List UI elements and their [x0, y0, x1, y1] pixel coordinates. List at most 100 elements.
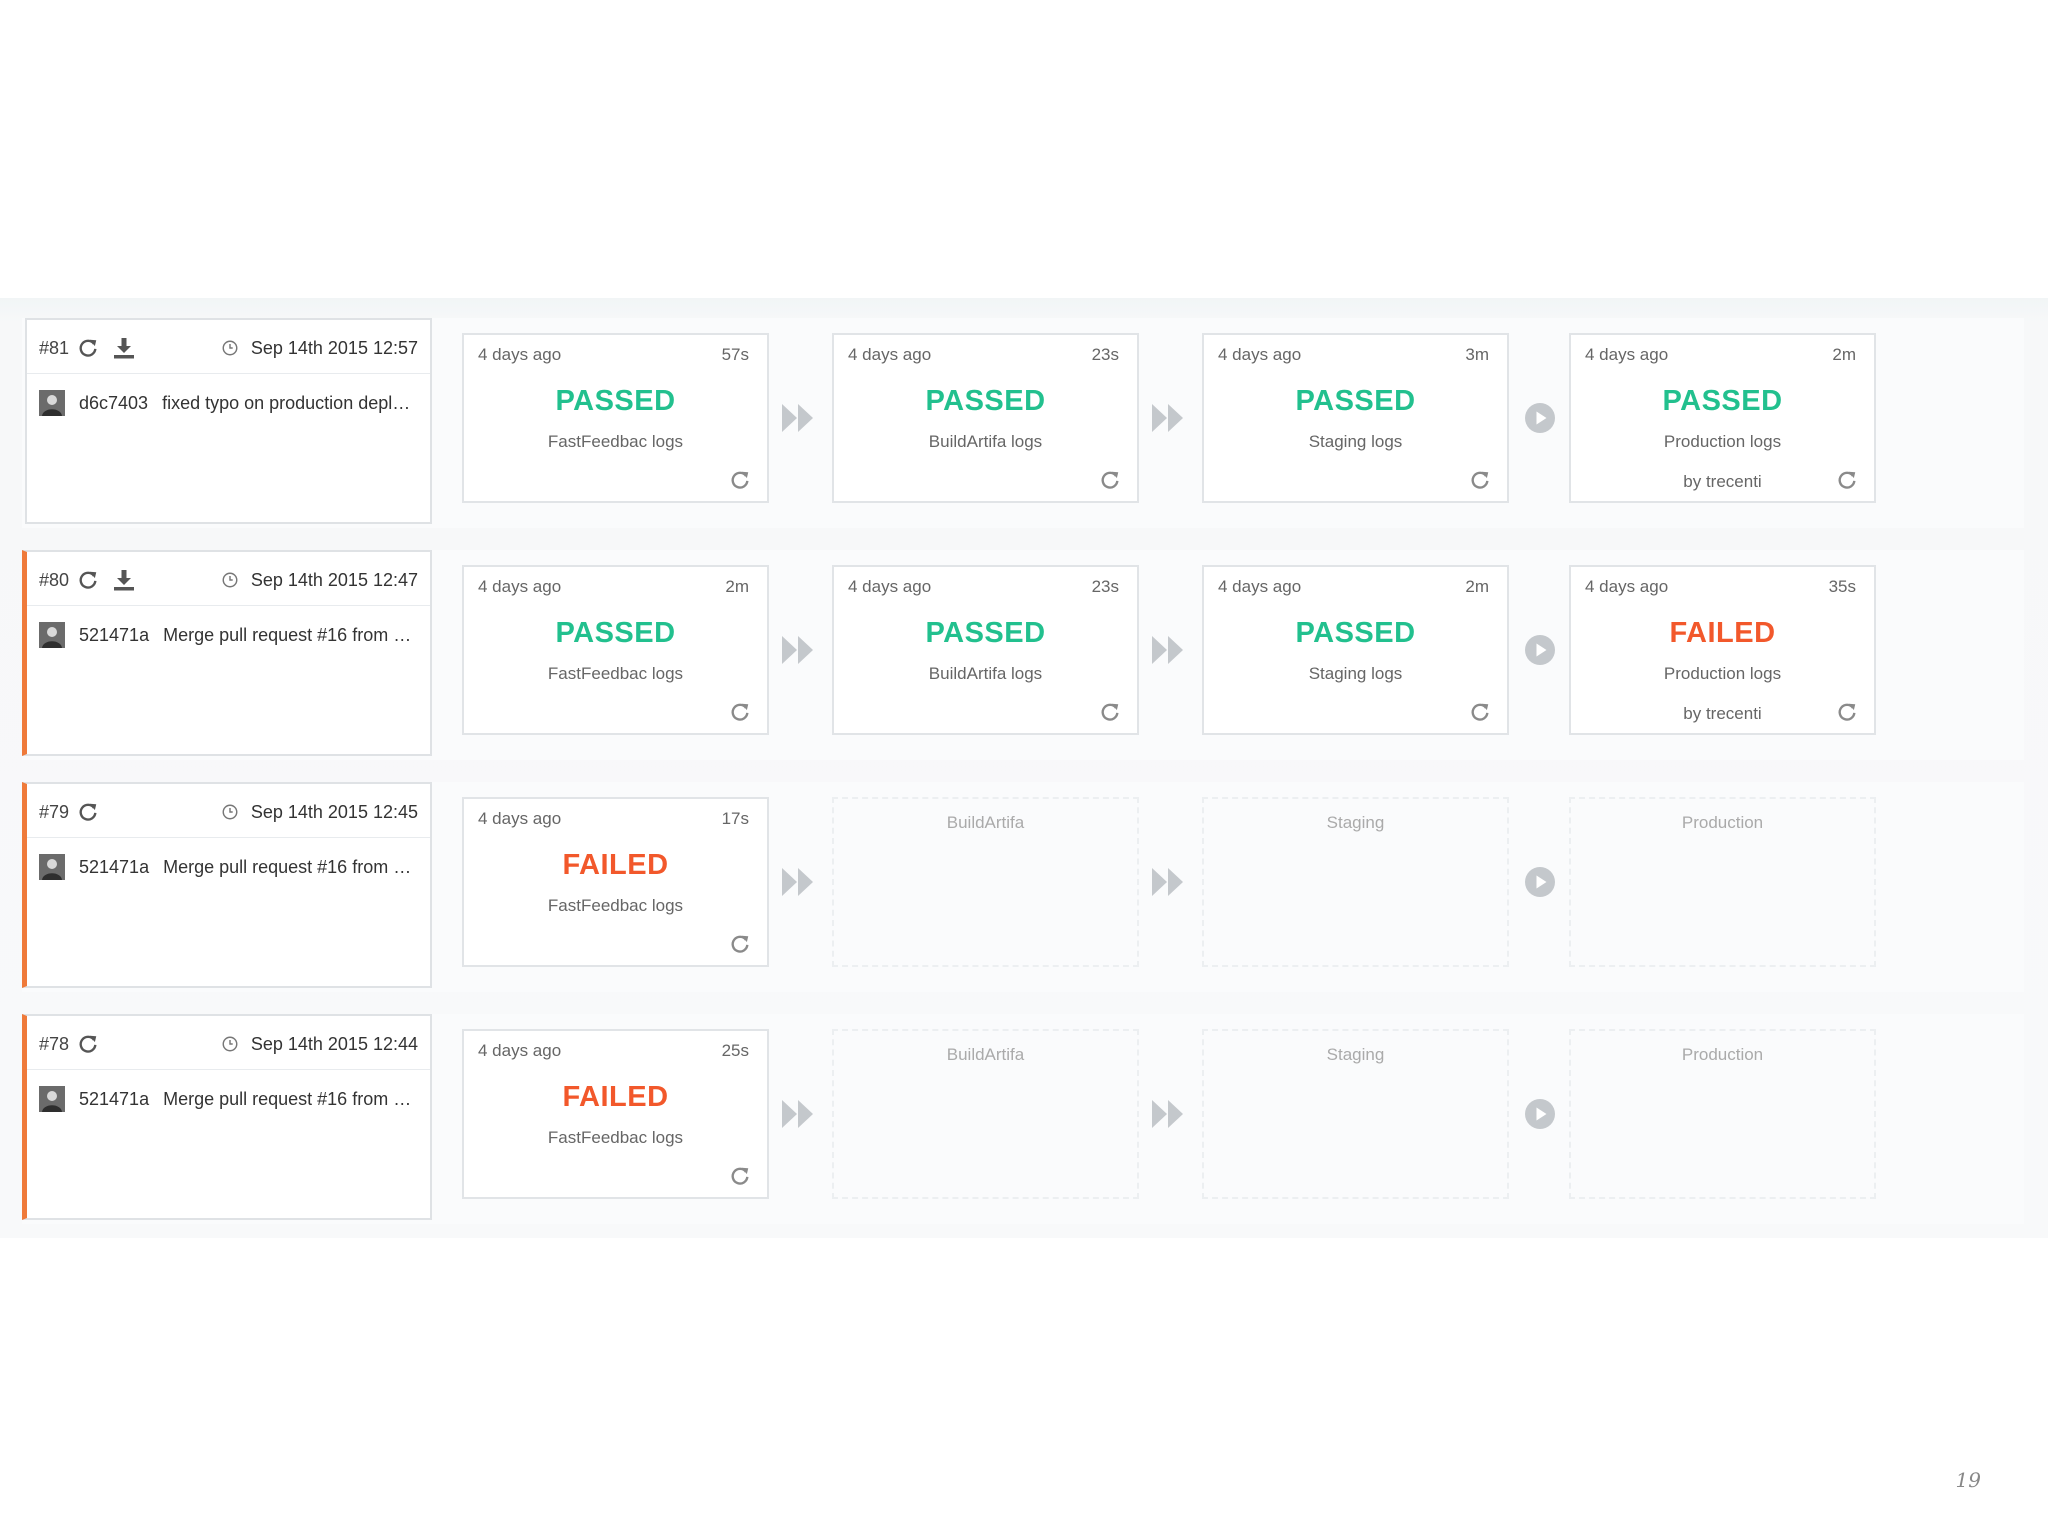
commit-info: d6c7403 fixed typo on production deploy.… — [39, 386, 420, 420]
stage-card-fastfeedback: 4 days ago 57s PASSED FastFeedbac logs — [462, 333, 769, 503]
commit-sha[interactable]: 521471a — [79, 1089, 149, 1110]
commit-message: Merge pull request #16 from by... — [163, 1088, 420, 1109]
pipeline-row: #79 Sep 14th 2015 12:45 521471a Merge pu… — [22, 782, 2024, 992]
stage-duration: 17s — [721, 809, 749, 828]
commit-sha[interactable]: 521471a — [79, 625, 149, 646]
build-timestamp: Sep 14th 2015 12:57 — [221, 338, 418, 359]
stage-logs-link[interactable]: BuildArtifa logs — [834, 664, 1137, 684]
stage-card-fastfeedback: 4 days ago 17s FAILED FastFeedbac logs — [462, 797, 769, 967]
stage-logs-link[interactable]: Staging logs — [1204, 664, 1507, 684]
stage-duration: 23s — [1091, 577, 1119, 596]
stage-card-buildartifact-pending: BuildArtifa — [832, 1029, 1139, 1199]
retry-icon[interactable] — [727, 1163, 753, 1189]
stage-name: Production — [1681, 813, 1764, 832]
auto-trigger-icon — [1150, 864, 1186, 900]
stage-status: PASSED — [555, 385, 676, 417]
rebuild-icon[interactable] — [75, 335, 101, 361]
build-timestamp-text: Sep 14th 2015 12:57 — [250, 337, 418, 358]
pipeline-row: #78 Sep 14th 2015 12:44 521471a Merge pu… — [22, 1014, 2024, 1224]
build-number: #78 — [39, 1033, 70, 1054]
stage-name: Staging — [1326, 1045, 1385, 1064]
auto-trigger-icon — [780, 400, 816, 436]
avatar — [39, 390, 65, 416]
auto-trigger-icon — [1150, 1096, 1186, 1132]
stage-time-ago: 4 days ago — [848, 345, 932, 364]
retry-icon[interactable] — [727, 699, 753, 725]
stage-time-ago: 4 days ago — [1218, 345, 1302, 364]
stage-logs-link[interactable]: FastFeedbac logs — [464, 664, 767, 684]
stage-status: PASSED — [925, 617, 1046, 649]
avatar — [39, 1086, 65, 1112]
retry-icon[interactable] — [1834, 467, 1860, 493]
rebuild-icon[interactable] — [75, 1031, 101, 1057]
avatar — [39, 622, 65, 648]
stage-triggered-by: by trecenti — [1683, 704, 1762, 723]
build-number: #80 — [39, 569, 70, 590]
commit-info: 521471a Merge pull request #16 from by..… — [39, 850, 420, 884]
stage-status: PASSED — [1295, 617, 1416, 649]
stage-logs-link[interactable]: Production logs — [1571, 664, 1874, 684]
stage-card-production-pending: Production — [1569, 797, 1876, 967]
clock-icon — [222, 804, 238, 820]
stage-status: PASSED — [1295, 385, 1416, 417]
manual-trigger-play-icon[interactable] — [1522, 1096, 1558, 1132]
stage-name: BuildArtifa — [946, 813, 1025, 832]
stage-name: BuildArtifa — [946, 1045, 1025, 1064]
stage-logs-link[interactable]: FastFeedbac logs — [464, 896, 767, 916]
build-timestamp: Sep 14th 2015 12:47 — [221, 570, 418, 591]
build-divider — [27, 605, 430, 606]
manual-trigger-play-icon[interactable] — [1522, 632, 1558, 668]
commit-sha[interactable]: 521471a — [79, 857, 149, 878]
commit-message: Merge pull request #16 from by... — [163, 624, 420, 645]
stage-status: FAILED — [562, 849, 669, 881]
stage-card-buildartifact: 4 days ago 23s PASSED BuildArtifa logs — [832, 565, 1139, 735]
build-card: #78 Sep 14th 2015 12:44 521471a Merge pu… — [22, 1014, 432, 1220]
auto-trigger-icon — [780, 632, 816, 668]
build-timestamp-text: Sep 14th 2015 12:45 — [250, 801, 418, 822]
rebuild-icon[interactable] — [75, 567, 101, 593]
stage-logs-link[interactable]: Production logs — [1571, 432, 1874, 452]
build-header: #79 Sep 14th 2015 12:45 — [39, 796, 418, 828]
retry-icon[interactable] — [727, 467, 753, 493]
stage-status: FAILED — [1669, 617, 1776, 649]
build-timestamp: Sep 14th 2015 12:45 — [221, 802, 418, 823]
build-timestamp: Sep 14th 2015 12:44 — [221, 1034, 418, 1055]
stage-time-ago: 4 days ago — [478, 809, 562, 828]
stage-logs-link[interactable]: FastFeedbac logs — [464, 1128, 767, 1148]
manual-trigger-play-icon[interactable] — [1522, 400, 1558, 436]
download-icon[interactable] — [111, 567, 137, 593]
retry-icon[interactable] — [1467, 467, 1493, 493]
stage-card-staging-pending: Staging — [1202, 797, 1509, 967]
stage-time-ago: 4 days ago — [478, 577, 562, 596]
build-card: #81 Sep 14th 2015 12:57 d6c7403 fixed ty… — [25, 318, 432, 524]
rebuild-icon[interactable] — [75, 799, 101, 825]
build-divider — [27, 373, 430, 374]
stage-duration: 25s — [721, 1041, 749, 1060]
auto-trigger-icon — [1150, 632, 1186, 668]
stage-duration: 2m — [1465, 577, 1489, 596]
stage-logs-link[interactable]: BuildArtifa logs — [834, 432, 1137, 452]
clock-icon — [222, 1036, 238, 1052]
stage-card-buildartifact: 4 days ago 23s PASSED BuildArtifa logs — [832, 333, 1139, 503]
download-icon[interactable] — [111, 335, 137, 361]
commit-sha[interactable]: d6c7403 — [79, 393, 148, 414]
clock-icon — [222, 340, 238, 356]
stage-logs-link[interactable]: FastFeedbac logs — [464, 432, 767, 452]
retry-icon[interactable] — [727, 931, 753, 957]
stage-card-production: 4 days ago 35s FAILED Production logs by… — [1569, 565, 1876, 735]
build-number: #79 — [39, 801, 70, 822]
manual-trigger-play-icon[interactable] — [1522, 864, 1558, 900]
stage-time-ago: 4 days ago — [1585, 345, 1669, 364]
stage-duration: 3m — [1465, 345, 1489, 364]
stage-logs-link[interactable]: Staging logs — [1204, 432, 1507, 452]
stage-card-fastfeedback: 4 days ago 25s FAILED FastFeedbac logs — [462, 1029, 769, 1199]
build-header: #78 Sep 14th 2015 12:44 — [39, 1028, 418, 1060]
retry-icon[interactable] — [1097, 699, 1123, 725]
build-timestamp-text: Sep 14th 2015 12:47 — [250, 569, 418, 590]
stage-status: PASSED — [1662, 385, 1783, 417]
build-card: #79 Sep 14th 2015 12:45 521471a Merge pu… — [22, 782, 432, 988]
retry-icon[interactable] — [1097, 467, 1123, 493]
build-divider — [27, 1069, 430, 1070]
retry-icon[interactable] — [1467, 699, 1493, 725]
retry-icon[interactable] — [1834, 699, 1860, 725]
